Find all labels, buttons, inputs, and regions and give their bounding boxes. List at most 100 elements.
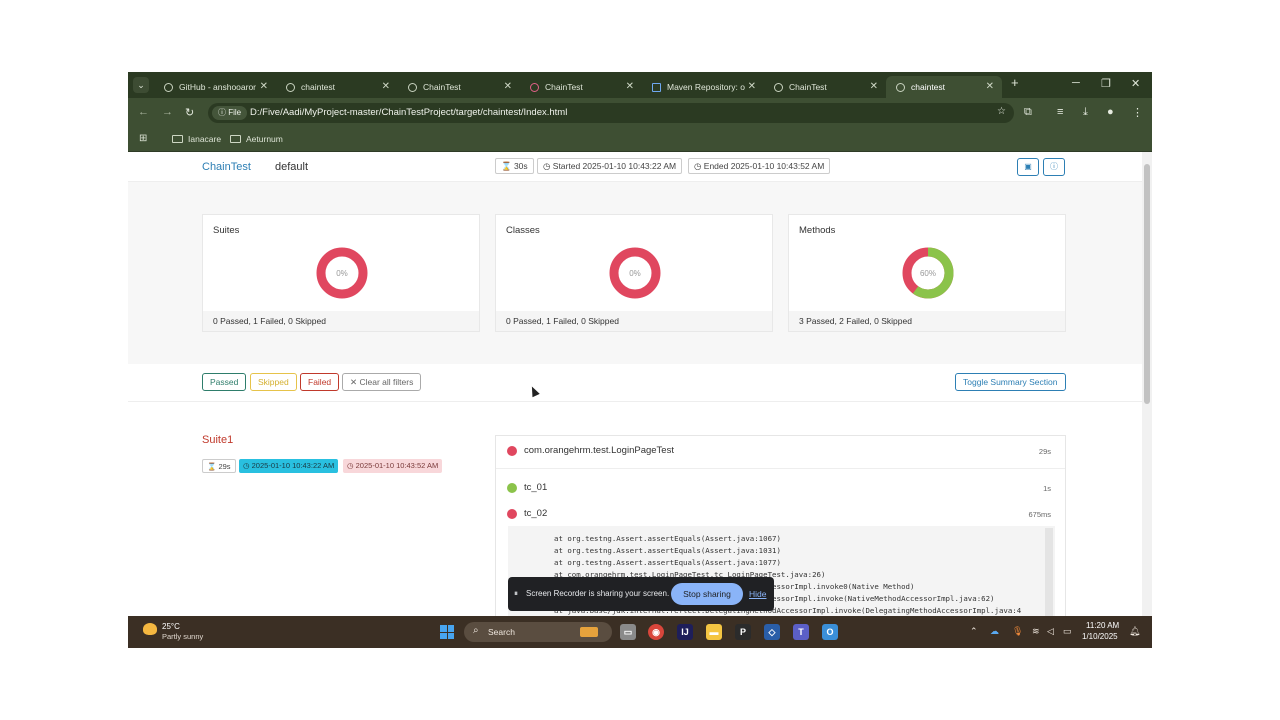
tab-4[interactable]: Maven Repository: o ✕ [642, 76, 764, 98]
donut-percent: 60% [920, 269, 936, 278]
report-page: ChainTest default ⌛ 30s ◷ Started 2025-0… [128, 152, 1142, 616]
folder-icon [172, 135, 183, 143]
notification-bell-icon[interactable]: 🔔︎ [1129, 626, 1140, 637]
new-tab-button[interactable]: + [1011, 75, 1019, 90]
minimize-icon[interactable]: ─ [1072, 77, 1080, 89]
search-highlight-icon [580, 627, 598, 637]
suite-duration: 29s [218, 462, 231, 471]
download-icon[interactable]: ⤓ [1083, 106, 1088, 119]
diagram-app-icon[interactable]: ◇ [764, 624, 780, 640]
filter-passed-button[interactable]: Passed [202, 373, 247, 391]
onedrive-icon[interactable]: ☁ [990, 626, 999, 637]
donut-percent: 0% [336, 269, 348, 278]
tab-3[interactable]: ChainTest ✕ [520, 76, 642, 98]
filter-failed-button[interactable]: Failed [300, 373, 340, 391]
pause-icon: ⏸ [514, 589, 518, 598]
suite-name[interactable]: Suite1 [202, 434, 233, 446]
card-title: Suites [213, 225, 240, 236]
info-icon[interactable]: ⓘ [1043, 158, 1065, 176]
p-app-icon[interactable]: P [735, 624, 751, 640]
suite-start-badge: ◷ 2025-01-10 10:43:22 AM [239, 459, 339, 473]
close-icon[interactable]: ✕ [626, 81, 634, 92]
intellij-icon[interactable]: IJ [677, 624, 693, 640]
tab-6-active[interactable]: chaintest ✕ [886, 76, 1002, 98]
tab-0[interactable]: GitHub - anshooaror ✕ [154, 76, 276, 98]
clear-filters-button[interactable]: ✕ Clear all filters [342, 373, 422, 391]
weather-icon[interactable] [143, 623, 157, 635]
tab-5[interactable]: ChainTest ✕ [764, 76, 886, 98]
tab-search-button[interactable]: ⌄ [133, 77, 149, 93]
tray-chevron-icon[interactable]: ⌃ [970, 626, 978, 637]
battery-icon[interactable]: ▭ [1063, 626, 1072, 637]
wifi-icon[interactable]: ≋ [1032, 626, 1040, 637]
close-icon[interactable]: ✕ [986, 81, 994, 92]
apps-icon[interactable]: ⊞ [139, 133, 147, 144]
globe-icon [286, 82, 295, 92]
suites-donut: 0% [316, 247, 368, 299]
omnibox[interactable]: ⓘ File D:/Five/Aadi/MyProject-master/Cha… [208, 103, 1014, 123]
volume-icon[interactable]: ◁ [1047, 626, 1054, 637]
chrome-icon[interactable]: ◉ [648, 624, 664, 640]
close-icon[interactable]: ✕ [504, 81, 512, 92]
url-text: D:/Five/Aadi/MyProject-master/ChainTestP… [250, 107, 568, 118]
tab-label: ChainTest [545, 82, 583, 92]
close-icon[interactable]: ✕ [870, 81, 878, 92]
start-button[interactable] [440, 625, 454, 639]
search-icon: ⌕ [473, 625, 479, 636]
trace-scrollbar[interactable] [1045, 528, 1053, 616]
tab-label: GitHub - anshooaror [179, 82, 257, 92]
scrollbar-thumb[interactable] [1144, 164, 1150, 404]
recorder-message: Screen Recorder is sharing your screen. [526, 589, 670, 598]
close-icon[interactable]: ✕ [748, 81, 756, 92]
forward-icon[interactable]: → [162, 106, 173, 118]
tab-label: Maven Repository: o [667, 82, 745, 92]
restore-icon[interactable]: ❐ [1101, 77, 1111, 90]
teams-icon[interactable]: T [793, 624, 809, 640]
media-icon[interactable]: ≡ [1057, 106, 1063, 118]
image-icon[interactable]: ▣ [1017, 158, 1039, 176]
task-view-icon[interactable]: ▭ [620, 624, 636, 640]
hide-link[interactable]: Hide [749, 589, 766, 599]
tab-label: chaintest [911, 82, 946, 92]
file-chip[interactable]: ⓘ File [212, 106, 248, 120]
suite-duration-badge: ⌛ 29s [202, 459, 236, 473]
tab-1[interactable]: chaintest ✕ [276, 76, 398, 98]
close-icon[interactable]: ✕ [382, 81, 390, 92]
file-explorer-icon[interactable]: ▬ [706, 624, 722, 640]
bookmark-folder-aeturnum[interactable]: Aeturnum [230, 134, 283, 144]
toggle-summary-button[interactable]: Toggle Summary Section [955, 373, 1066, 391]
clock-date[interactable]: 1/10/2025 [1082, 632, 1118, 641]
filter-skipped-button[interactable]: Skipped [250, 373, 297, 391]
tab-label: chaintest [301, 82, 336, 92]
extensions-icon[interactable]: ⧉ [1024, 106, 1032, 119]
window-close-icon[interactable]: ✕ [1131, 77, 1140, 90]
test-class-duration: 29s [1038, 447, 1051, 456]
taskbar-search[interactable]: ⌕ Search [464, 622, 612, 642]
bookmark-folder-ianacare[interactable]: Ianacare [172, 134, 221, 144]
test-method-row[interactable]: tc_01 1s [496, 476, 1065, 500]
started-text: Started 2025-01-10 10:43:22 AM [552, 161, 677, 171]
clock-time[interactable]: 11:20 AM [1086, 621, 1119, 630]
trace-line: at org.testng.Assert.assertEquals(Assert… [554, 558, 781, 567]
suite-end: 2025-01-10 10:43:52 AM [355, 461, 439, 470]
page-scrollbar[interactable] [1142, 152, 1152, 616]
test-method-row[interactable]: tc_02 675ms [496, 502, 1065, 526]
stop-sharing-button[interactable]: Stop sharing [671, 583, 743, 605]
more-menu-icon[interactable]: ⋮ [1132, 106, 1143, 119]
tab-2[interactable]: ChainTest ✕ [398, 76, 520, 98]
profile-icon[interactable]: ● [1107, 106, 1114, 118]
bookmark-label: Aeturnum [246, 134, 283, 144]
brand-link[interactable]: ChainTest [202, 161, 251, 173]
star-icon[interactable]: ☆ [997, 106, 1006, 117]
microphone-icon[interactable]: 🎙︎ [1012, 626, 1023, 637]
reload-icon[interactable]: ↻ [185, 106, 194, 119]
classes-donut: 0% [609, 247, 661, 299]
maven-icon [652, 82, 661, 92]
outlook-icon[interactable]: O [822, 624, 838, 640]
test-method-duration: 1s [1043, 484, 1051, 493]
duration-text: 30s [513, 161, 528, 171]
screen: ⌄ GitHub - anshooaror ✕ chaintest ✕ Chai… [128, 72, 1152, 648]
back-icon[interactable]: ← [138, 106, 149, 118]
close-icon[interactable]: ✕ [260, 81, 268, 92]
test-class-row[interactable]: com.orangehrm.test.LoginPageTest 29s [496, 439, 1065, 469]
